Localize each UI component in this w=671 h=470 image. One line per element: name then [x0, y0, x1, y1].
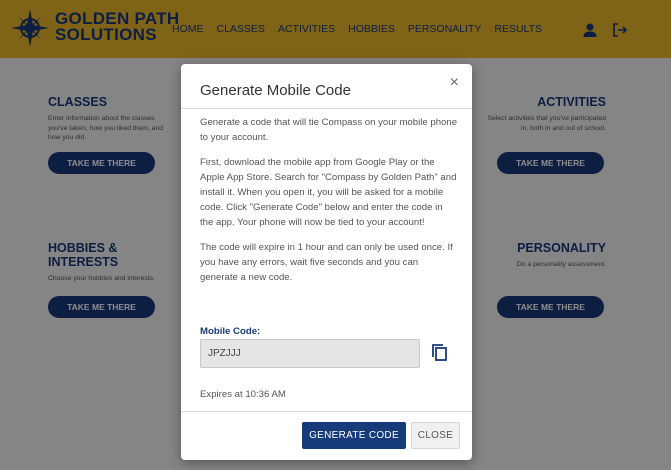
close-icon[interactable]: ×	[450, 74, 459, 92]
footer-divider	[181, 411, 472, 412]
mobile-code-label: Mobile Code:	[200, 326, 261, 337]
dialog-body: Generate a code that will tie Compass on…	[200, 115, 458, 295]
expires-text: Expires at 10:36 AM	[200, 389, 286, 400]
dialog-title: Generate Mobile Code	[200, 82, 351, 99]
expiry-paragraph: The code will expire in 1 hour and can o…	[200, 242, 453, 283]
close-button[interactable]: CLOSE	[411, 422, 460, 449]
header-divider	[181, 108, 472, 109]
intro-paragraph: Generate a code that will tie Compass on…	[200, 117, 458, 143]
generate-code-button[interactable]: GENERATE CODE	[302, 422, 406, 449]
generate-mobile-code-dialog: Generate Mobile Code × Generate a code t…	[181, 64, 472, 460]
copy-icon[interactable]	[431, 343, 449, 363]
mobile-code-field[interactable]	[200, 339, 420, 368]
instructions-paragraph: First, download the mobile app from Goog…	[200, 157, 457, 228]
